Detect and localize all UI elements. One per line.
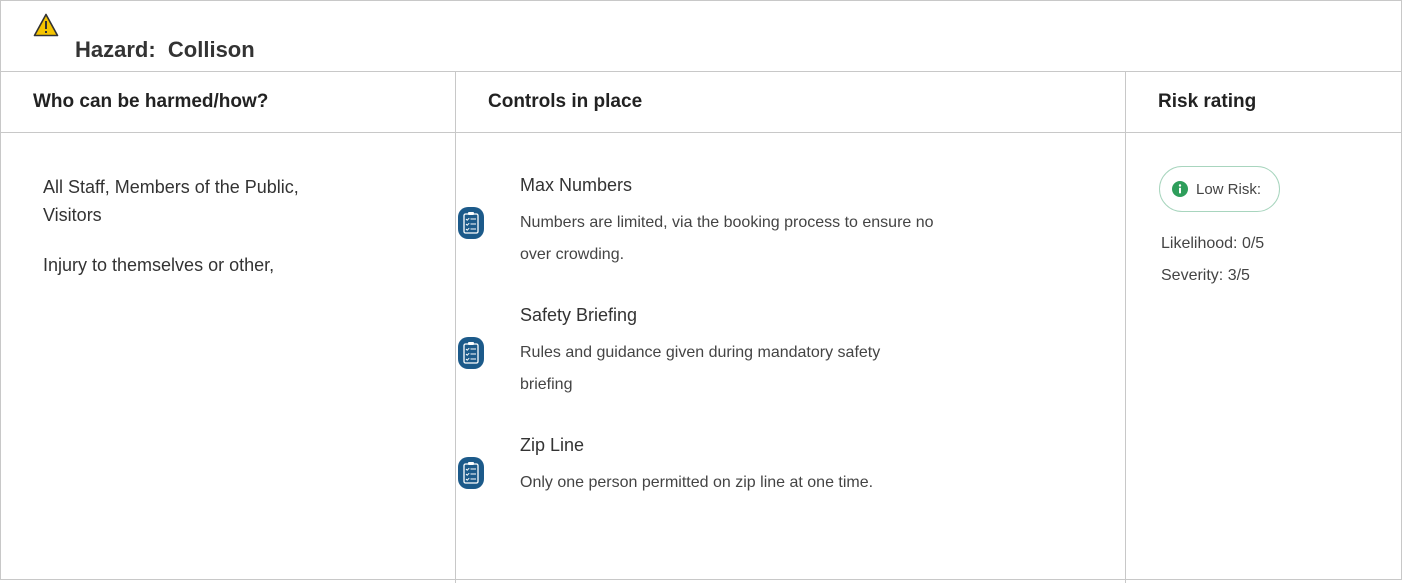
people-at-risk: All Staff, Members of the Public, xyxy=(43,177,299,197)
column-header-controls: Controls in place xyxy=(456,72,1126,132)
control-description-cont: briefing xyxy=(520,376,573,393)
control-title: Max Numbers xyxy=(520,175,633,195)
control-description: Rules and guidance given during mandator… xyxy=(520,344,881,361)
column-header-who: Who can be harmed/how? xyxy=(1,72,456,132)
risk-cell: Low Risk: Likelihood: 0/5 Severity: 3/5 xyxy=(1126,133,1402,583)
harm-description: Injury to themselves or other, xyxy=(43,255,275,275)
rules-clipboard-icon xyxy=(458,337,484,369)
control-description-cont: over crowding. xyxy=(520,246,625,263)
control-description: Numbers are limited, via the booking pro… xyxy=(520,214,934,231)
hazard-title: Hazard: Collison xyxy=(75,37,255,62)
severity-value: Severity: 3/5 xyxy=(1161,267,1250,284)
warning-triangle-icon xyxy=(33,13,59,37)
people-at-risk-cont: Visitors xyxy=(43,205,102,225)
rules-clipboard-icon xyxy=(458,207,484,239)
likelihood-value: Likelihood: 0/5 xyxy=(1161,235,1265,252)
risk-badge[interactable]: Low Risk: xyxy=(1159,166,1281,212)
control-title: Zip Line xyxy=(520,435,585,455)
hazard-row: All Staff, Members of the Public, Visito… xyxy=(1,133,1401,583)
who-cell: All Staff, Members of the Public, Visito… xyxy=(1,133,456,583)
column-headers: Who can be harmed/how? Controls in place… xyxy=(1,72,1401,133)
risk-badge-label: Low Risk: xyxy=(1196,180,1262,198)
info-circle-icon xyxy=(1172,181,1188,197)
column-header-risk: Risk rating xyxy=(1158,91,1257,112)
rules-clipboard-icon xyxy=(458,457,484,489)
hazard-header: Hazard: Collison xyxy=(1,1,1401,72)
controls-cell: Max Numbers Numbers are limited, via the… xyxy=(456,133,1126,583)
control-title: Safety Briefing xyxy=(520,305,638,325)
hazard-card: Hazard: Collison Who can be harmed/how? … xyxy=(0,0,1402,583)
control-description: Only one person permitted on zip line at… xyxy=(520,474,874,491)
